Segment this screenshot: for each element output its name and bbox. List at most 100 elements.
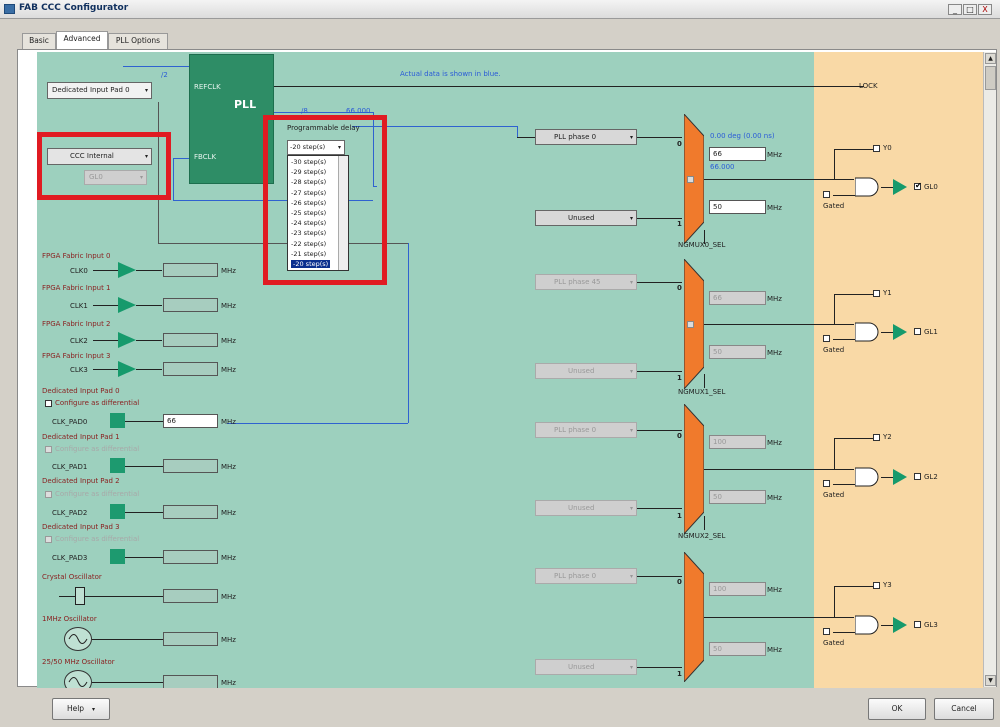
mux-input-label: 1 — [677, 220, 682, 228]
scroll-down-icon[interactable]: ▼ — [985, 675, 996, 686]
output-phase-value: PLL phase 0 — [554, 426, 597, 434]
vertical-scrollbar[interactable]: ▲ ▼ — [983, 52, 996, 687]
gl-checkbox[interactable] — [914, 181, 922, 190]
y-label: Y3 — [883, 581, 892, 589]
gl-checkbox[interactable] — [914, 473, 921, 480]
output-source-value: Unused — [568, 504, 595, 512]
gated-checkbox[interactable] — [823, 191, 830, 198]
fabric-freq-field[interactable] — [163, 263, 218, 277]
mux-input-label: 1 — [677, 670, 682, 678]
wire — [704, 516, 705, 530]
gl-label: GL2 — [924, 473, 938, 481]
gated-checkbox[interactable] — [823, 480, 830, 487]
y-label: Y1 — [883, 289, 892, 297]
gated-checkbox[interactable] — [823, 628, 830, 635]
pad0-wire — [227, 423, 408, 424]
scroll-up-icon[interactable]: ▲ — [985, 53, 996, 64]
app-icon — [4, 4, 15, 14]
mux-glitch-box — [687, 176, 694, 183]
mhz-label: MHz — [221, 554, 236, 562]
maximize-button[interactable]: □ — [963, 4, 977, 15]
wire — [834, 438, 874, 439]
scroll-thumb[interactable] — [985, 66, 996, 90]
gl-label: GL3 — [924, 621, 938, 629]
output-source-select[interactable]: Unused ▾ — [535, 210, 637, 226]
wire — [834, 438, 835, 469]
wire — [93, 305, 118, 306]
minimize-button[interactable]: _ — [948, 4, 962, 15]
oscillator-title: Crystal Oscillator — [42, 573, 102, 581]
fabric-clk-label: CLK0 — [70, 267, 88, 275]
sine-wave-icon — [64, 670, 92, 688]
output-freq-field: 100 — [709, 435, 766, 449]
wire — [833, 632, 855, 633]
output-freq2-field: 50 — [709, 642, 766, 656]
pad-freq-field[interactable] — [163, 550, 218, 564]
y-label: Y2 — [883, 433, 892, 441]
output-phase-select[interactable]: PLL phase 0 ▾ — [535, 129, 637, 145]
y-checkbox[interactable] — [873, 582, 880, 589]
actual-data-note: Actual data is shown in blue. — [400, 70, 501, 78]
ref-clock-select[interactable]: Dedicated Input Pad 0 ▾ — [47, 82, 152, 99]
buffer-icon — [118, 361, 136, 377]
wire — [93, 369, 118, 370]
differential-checkbox — [45, 491, 52, 498]
pad-freq-field[interactable] — [163, 459, 218, 473]
pad-title: Dedicated Input Pad 2 — [42, 477, 120, 485]
wire — [125, 557, 163, 558]
y-checkbox[interactable] — [873, 145, 880, 152]
wire — [123, 66, 193, 67]
wire — [834, 294, 874, 295]
pad-freq-field[interactable]: 66 — [163, 414, 218, 428]
fabric-clk-label: CLK3 — [70, 366, 88, 374]
gated-checkbox[interactable] — [823, 335, 830, 342]
wire — [834, 586, 835, 617]
oscillator-freq-field[interactable] — [163, 675, 218, 688]
wire — [125, 421, 163, 422]
chevron-down-icon: ▾ — [629, 279, 633, 286]
pad-freq-field[interactable] — [163, 505, 218, 519]
tab-advanced[interactable]: Advanced — [56, 31, 108, 50]
differential-checkbox[interactable] — [45, 400, 52, 407]
fabric-freq-field[interactable] — [163, 333, 218, 347]
ok-button[interactable]: OK — [868, 698, 926, 720]
mux-input-label: 0 — [677, 432, 682, 440]
oscillator-title: 1MHz Oscillator — [42, 615, 97, 623]
oscillator-freq-field[interactable] — [163, 589, 218, 603]
oscillator-freq-field[interactable] — [163, 632, 218, 646]
wire — [704, 469, 854, 470]
gl-checkbox[interactable] — [914, 328, 921, 335]
output-freq2-field[interactable]: 50 — [709, 200, 766, 214]
chevron-down-icon: ▾ — [629, 215, 633, 222]
cancel-button[interactable]: Cancel — [934, 698, 994, 720]
output-band — [814, 52, 983, 688]
wire — [136, 270, 162, 271]
output-source-select: Unused ▾ — [535, 659, 637, 675]
wire — [93, 270, 118, 271]
buffer-icon — [118, 332, 136, 348]
y-checkbox[interactable] — [873, 290, 880, 297]
fabric-freq-field[interactable] — [163, 362, 218, 376]
title-bar: FAB CCC Configurator _ □ X — [0, 0, 1000, 19]
dialog-footer: Help ▾ OK Cancel — [0, 690, 1000, 727]
tab-pll-options[interactable]: PLL Options — [108, 33, 168, 49]
tab-basic[interactable]: Basic — [22, 33, 56, 49]
output-source-select: Unused ▾ — [535, 363, 637, 379]
pll-freq: 66.000 — [346, 107, 371, 115]
close-button[interactable]: X — [978, 4, 992, 15]
mhz-label: MHz — [767, 439, 782, 447]
wire — [517, 137, 535, 138]
output-buffer-icon — [893, 324, 907, 340]
wire — [173, 158, 189, 159]
output-source-value: Unused — [568, 663, 595, 671]
mux-input-label: 0 — [677, 578, 682, 586]
wire — [637, 508, 682, 509]
gl-checkbox[interactable] — [914, 621, 921, 628]
fabric-freq-field[interactable] — [163, 298, 218, 312]
gl-label: GL1 — [924, 328, 938, 336]
output-freq-field[interactable]: 66 — [709, 147, 766, 161]
help-button[interactable]: Help ▾ — [52, 698, 110, 720]
ngmux-sel-label: NGMUX0_SEL — [678, 241, 726, 249]
y-checkbox[interactable] — [873, 434, 880, 441]
output-phase-value: PLL phase 45 — [554, 278, 601, 286]
